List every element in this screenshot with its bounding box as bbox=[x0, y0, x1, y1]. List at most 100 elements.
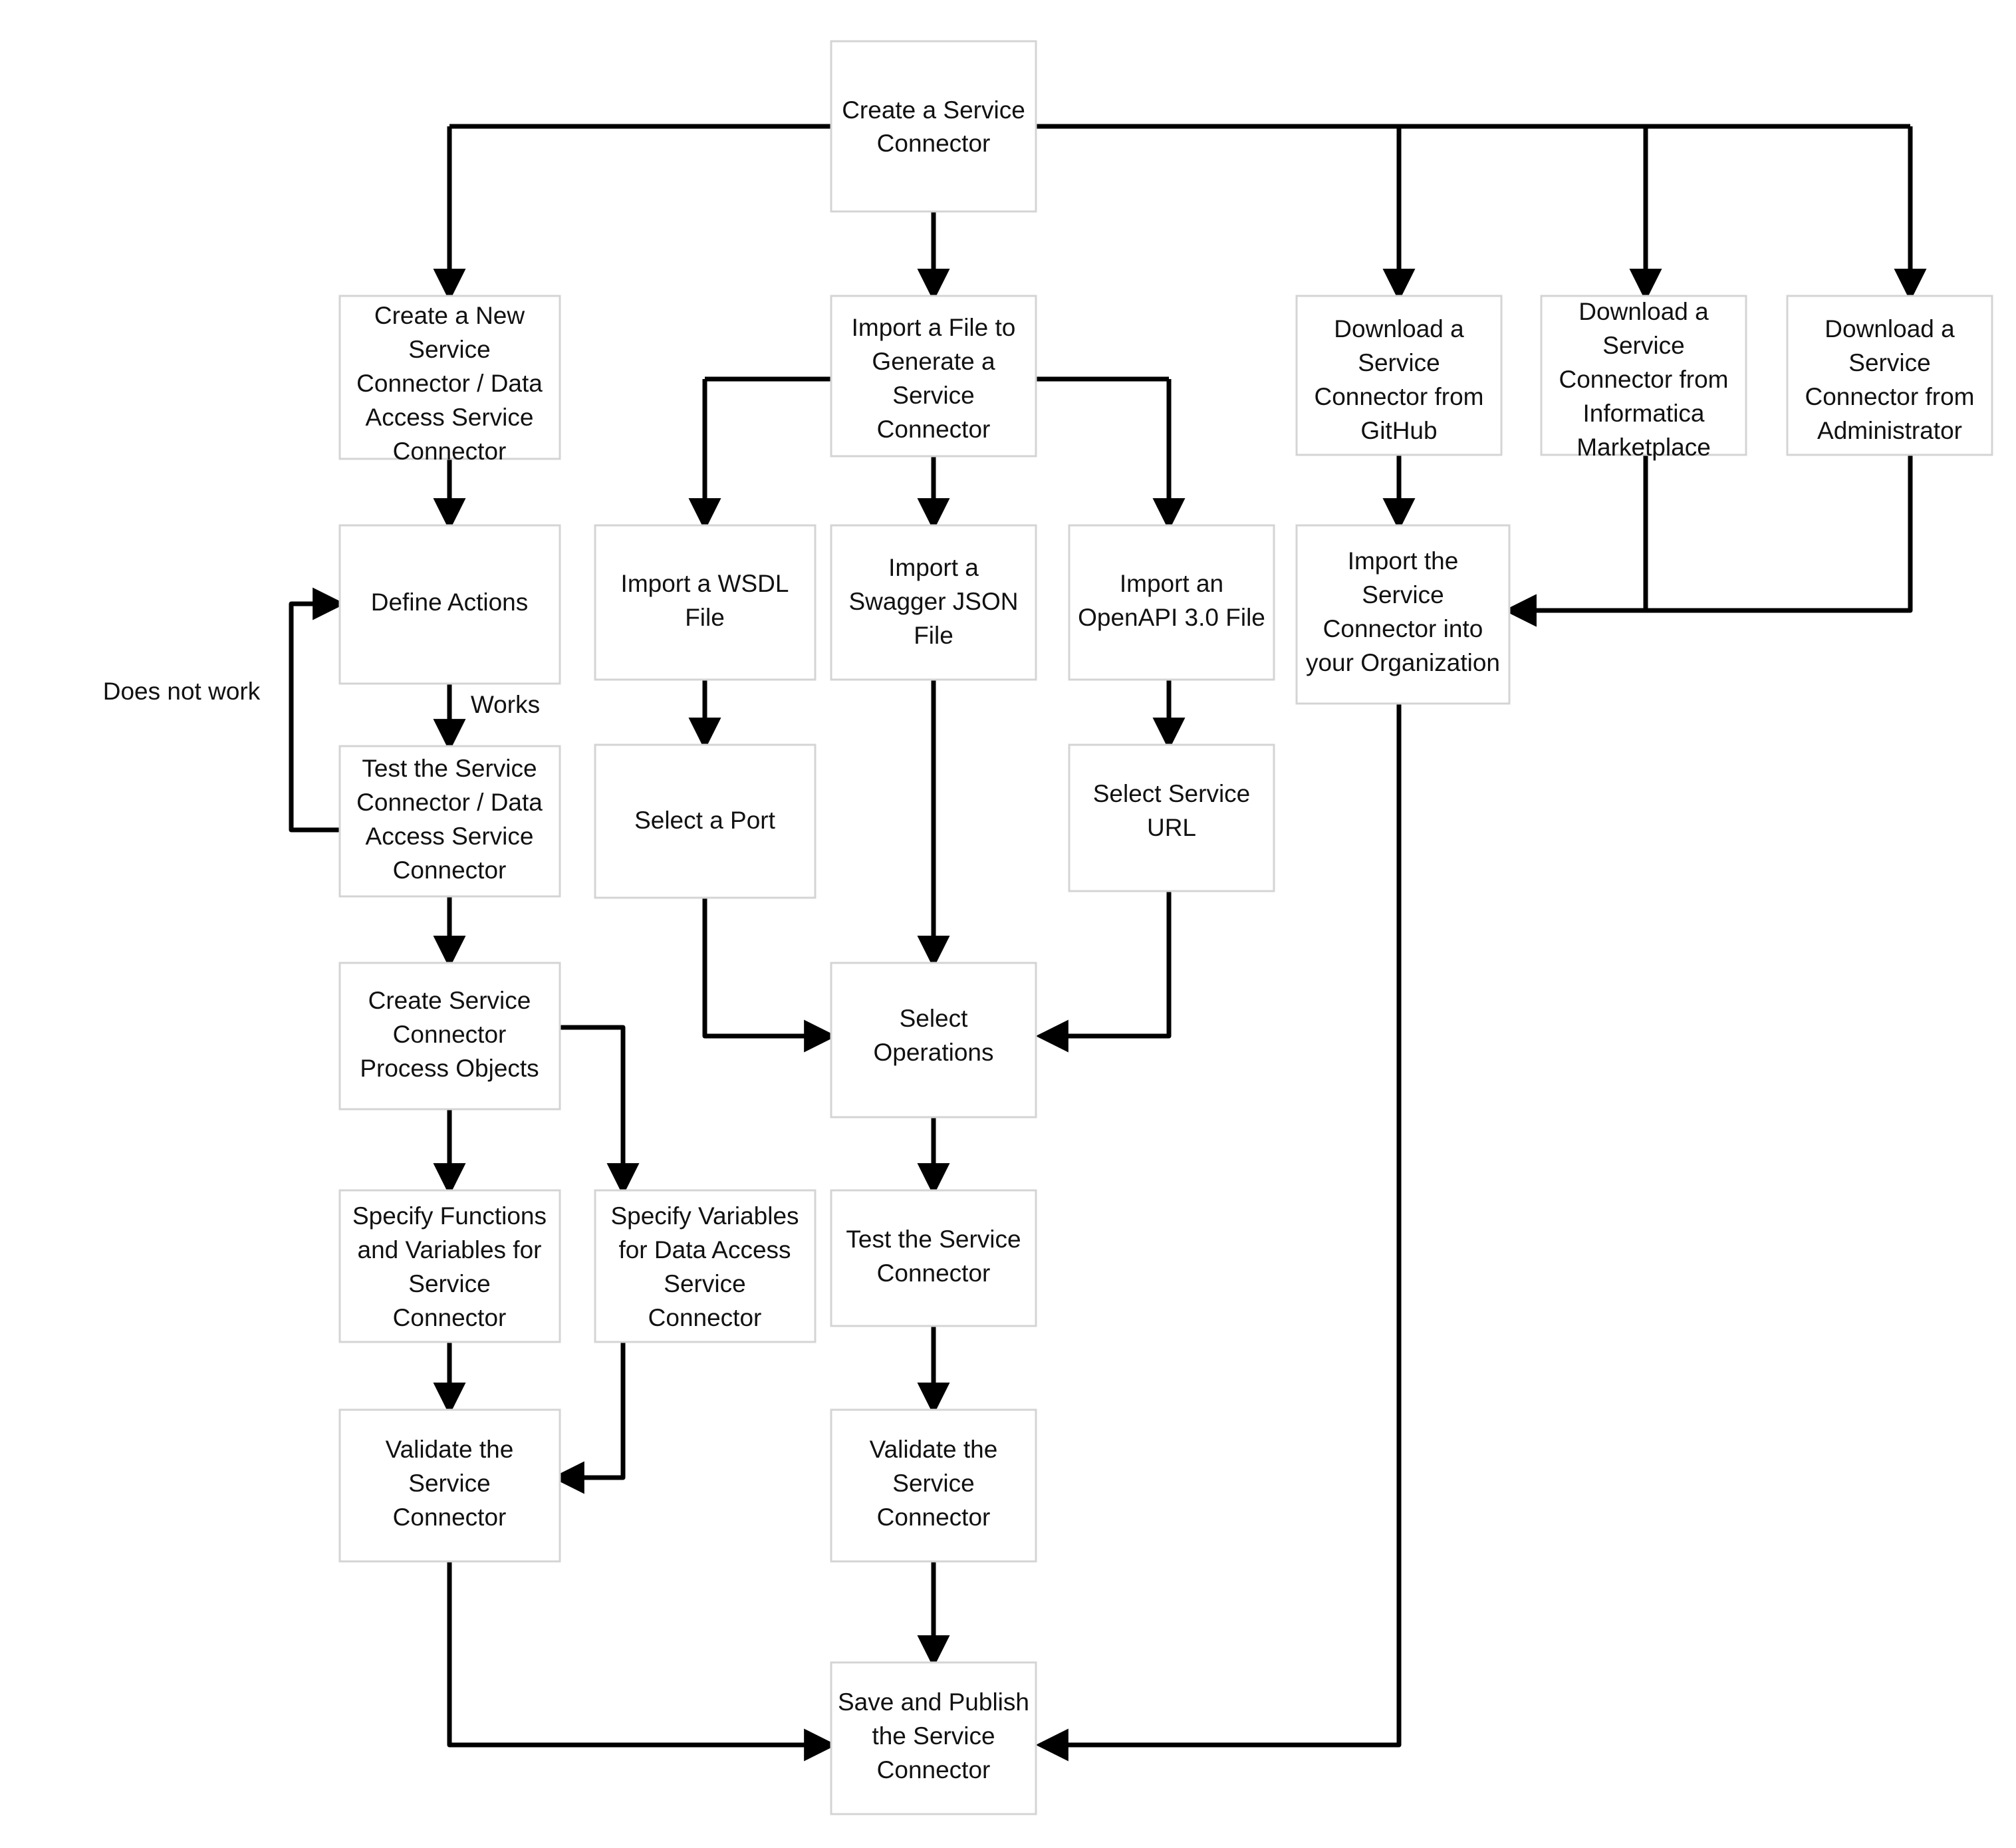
node-label-line: Connector bbox=[393, 438, 507, 465]
node-label-line: Operations bbox=[874, 1039, 994, 1066]
node-label-line: Validate the bbox=[870, 1436, 998, 1463]
node-import-file-generate[interactable]: Import a File to Generate a Service Conn… bbox=[830, 295, 1037, 458]
node-label-line: Select bbox=[900, 1005, 969, 1032]
node-label-line: for Data Access bbox=[618, 1236, 791, 1263]
node-label-line: Swagger JSON bbox=[849, 588, 1019, 615]
node-label-line: Save and Publish bbox=[838, 1688, 1029, 1716]
node-test-service-connector-das[interactable]: Test the Service Connector / Data Access… bbox=[338, 745, 561, 898]
node-label-line: Service bbox=[892, 382, 974, 409]
node-label-line: Connector bbox=[877, 130, 991, 157]
node-download-administrator[interactable]: Download a Service Connector from Admini… bbox=[1786, 295, 1993, 456]
node-label-line: Service bbox=[1602, 332, 1684, 359]
node-label-line: Administrator bbox=[1817, 417, 1962, 444]
node-label-line: Service bbox=[408, 1270, 490, 1297]
node-create-new-service-connector[interactable]: Create a New Service Connector / Data Ac… bbox=[338, 295, 561, 465]
node-label-line: GitHub bbox=[1360, 417, 1437, 444]
node-label-line: Connector bbox=[877, 416, 991, 443]
node-label-line: Access Service bbox=[366, 823, 534, 850]
node-label-line: Process Objects bbox=[360, 1055, 539, 1082]
node-label-line: Informatica bbox=[1582, 400, 1704, 427]
node-download-github[interactable]: Download a Service Connector from GitHub bbox=[1295, 295, 1503, 456]
node-label-line: Select a Port bbox=[634, 807, 776, 834]
node-label-line: Connector bbox=[877, 1756, 991, 1783]
node-test-service-connector[interactable]: Test the Service Connector bbox=[830, 1189, 1037, 1327]
node-label-line: Test the Service bbox=[846, 1226, 1021, 1253]
node-label-line: OpenAPI 3.0 File bbox=[1078, 604, 1265, 631]
node-label-line: Import a WSDL bbox=[621, 570, 789, 597]
node-label-line: File bbox=[685, 604, 725, 631]
node-label-line: Service bbox=[664, 1270, 745, 1297]
node-label-line: and Variables for bbox=[358, 1236, 542, 1263]
node-label-line: Download a bbox=[1334, 315, 1464, 342]
node-label-line: Service bbox=[1848, 349, 1930, 376]
node-import-swagger[interactable]: Import a Swagger JSON File bbox=[830, 524, 1037, 681]
node-label-line: Service bbox=[408, 1470, 490, 1497]
node-download-marketplace[interactable]: Download a Service Connector from Inform… bbox=[1540, 295, 1747, 461]
node-label-line: Connector bbox=[393, 1504, 507, 1531]
node-label-line: File bbox=[914, 622, 953, 649]
node-select-operations[interactable]: Select Operations bbox=[830, 962, 1037, 1119]
node-label-line: Connector from bbox=[1559, 366, 1729, 393]
node-label-line: Marketplace bbox=[1576, 434, 1711, 461]
node-label-line: Create Service bbox=[368, 987, 531, 1014]
node-save-and-publish[interactable]: Save and Publish the Service Connector bbox=[830, 1661, 1037, 1815]
node-label-line: Import an bbox=[1120, 570, 1223, 597]
edge-specify-variables-to-validate bbox=[551, 1342, 626, 1494]
node-label-line: Test the Service bbox=[362, 755, 537, 782]
node-specify-variables-das[interactable]: Specify Variables for Data Access Servic… bbox=[594, 1189, 817, 1343]
edge-process-objects-to-specify-variables bbox=[557, 1025, 640, 1196]
node-validate-service-connector-left[interactable]: Validate the Service Connector bbox=[338, 1408, 561, 1563]
node-select-port[interactable]: Select a Port bbox=[594, 743, 817, 899]
flowchart-canvas: Create a Service Connector Create a New … bbox=[0, 0, 2016, 1848]
node-label-line: Service bbox=[408, 336, 490, 363]
node-label-line: Connector bbox=[393, 857, 507, 884]
node-label-line: Connector from bbox=[1805, 383, 1975, 410]
edge-serviceurl-to-select-operations bbox=[1035, 891, 1172, 1053]
node-label-line: Service bbox=[1362, 581, 1444, 608]
node-label-line: Import the bbox=[1348, 547, 1459, 575]
node-label-line: Service bbox=[892, 1470, 974, 1497]
node-label-line: Import a bbox=[888, 554, 979, 581]
node-select-service-url[interactable]: Select Service URL bbox=[1068, 743, 1275, 892]
edge-port-to-select-operations bbox=[702, 898, 837, 1053]
node-label-line: URL bbox=[1147, 814, 1196, 841]
node-specify-functions-variables[interactable]: Specify Functions and Variables for Serv… bbox=[338, 1189, 561, 1343]
node-import-openapi[interactable]: Import an OpenAPI 3.0 File bbox=[1068, 524, 1275, 681]
node-label-line: Connector / Data bbox=[356, 789, 543, 816]
node-label-line: Create a Service bbox=[842, 96, 1025, 124]
node-label-line: Specify Variables bbox=[610, 1202, 799, 1230]
node-label-line: Service bbox=[1358, 349, 1440, 376]
node-import-wsdl[interactable]: Import a WSDL File bbox=[594, 524, 817, 681]
edge-test-to-define-does-not-work bbox=[289, 587, 346, 833]
node-label-line: Validate the bbox=[386, 1436, 514, 1463]
node-label-line: Connector bbox=[648, 1304, 762, 1331]
node-label-line: the Service bbox=[872, 1722, 995, 1750]
node-label-line: Create a New bbox=[374, 302, 525, 329]
edge-validate-left-to-save-publish bbox=[447, 1561, 837, 1762]
node-label-line: Download a bbox=[1578, 298, 1709, 325]
node-label-line: Connector bbox=[393, 1304, 507, 1331]
edge-label-does-not-work: Does not work bbox=[103, 678, 261, 705]
node-label-line: Connector bbox=[877, 1259, 991, 1287]
node-label-line: Specify Functions bbox=[352, 1202, 547, 1230]
node-label-line: Import a File to bbox=[852, 314, 1016, 341]
edge-label-works: Works bbox=[471, 691, 540, 718]
node-label-line: Connector bbox=[877, 1504, 991, 1531]
flowchart-svg: Create a Service Connector Create a New … bbox=[103, 40, 1993, 1815]
node-label-line: Generate a bbox=[872, 348, 995, 375]
nodes-layer: Create a Service Connector Create a New … bbox=[338, 40, 1993, 1815]
node-validate-service-connector-mid[interactable]: Validate the Service Connector bbox=[830, 1408, 1037, 1563]
edge-admin-to-import-org bbox=[1503, 455, 1913, 627]
node-define-actions[interactable]: Define Actions bbox=[338, 524, 561, 685]
node-label-line: Connector bbox=[393, 1021, 507, 1048]
node-label-line: Download a bbox=[1825, 315, 1955, 342]
node-import-into-organization[interactable]: Import the Service Connector into your O… bbox=[1295, 524, 1511, 705]
node-label-line: Connector into bbox=[1323, 615, 1483, 642]
node-label-line: Access Service bbox=[366, 404, 534, 431]
node-create-service-connector[interactable]: Create a Service Connector bbox=[830, 40, 1037, 213]
node-label-line: your Organization bbox=[1306, 649, 1500, 676]
node-label-line: Connector from bbox=[1315, 383, 1484, 410]
edge-marketplace-to-import-org bbox=[1503, 455, 1648, 627]
node-create-process-objects[interactable]: Create Service Connector Process Objects bbox=[338, 962, 561, 1111]
node-label-line: Connector / Data bbox=[356, 370, 543, 397]
